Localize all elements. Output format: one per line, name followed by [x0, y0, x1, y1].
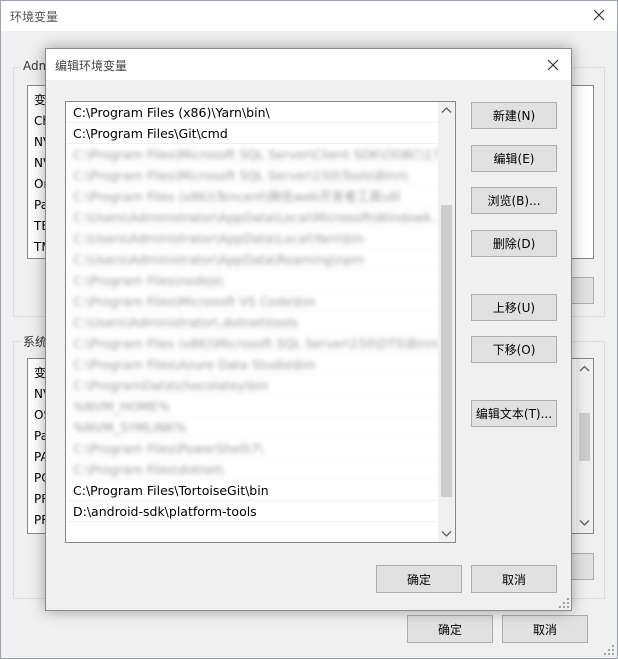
scrollbar-thumb[interactable]	[441, 205, 452, 497]
resize-grip-icon[interactable]	[604, 645, 614, 655]
dialog-title: 编辑环境变量	[55, 59, 128, 73]
browse-button[interactable]: 浏览(B)...	[471, 187, 557, 214]
edit-text-button[interactable]: 编辑文本(T)...	[471, 400, 557, 427]
scroll-down-button[interactable]	[438, 525, 455, 542]
resize-grip-icon[interactable]	[559, 598, 569, 608]
scrollbar-thumb[interactable]	[579, 413, 590, 461]
path-row[interactable]: C:\Program Files\dotnet\	[66, 459, 440, 480]
new-button[interactable]: 新建(N)	[471, 102, 557, 129]
path-list[interactable]: C:\Program Files (x86)\Yarn\bin\ C:\Progr…	[65, 101, 456, 543]
path-row[interactable]: %NVM_HOME%	[66, 396, 440, 417]
path-row[interactable]: C:\ProgramData\chocolatey\bin	[66, 375, 440, 396]
system-list-scrollbar[interactable]	[576, 359, 593, 533]
edit-button[interactable]: 编辑(E)	[471, 145, 557, 172]
path-rows: C:\Program Files (x86)\Yarn\bin\ C:\Progr…	[66, 102, 440, 522]
close-icon[interactable]	[543, 55, 563, 75]
scroll-up-button[interactable]	[438, 102, 455, 119]
scroll-up-icon[interactable]	[576, 361, 593, 378]
path-row[interactable]: C:\Program Files\PowerShell\7\	[66, 438, 440, 459]
edit-environment-variable-dialog: 编辑环境变量 C:\Program Files (x86)\Yarn\bin\ C…	[45, 48, 572, 611]
path-row[interactable]: C:\Users\Administrator\.dotnet\tools	[66, 312, 440, 333]
path-row[interactable]: %NVM_SYMLINK%	[66, 417, 440, 438]
path-row[interactable]: C:\Program Files (x86)\Microsoft SQL Ser…	[66, 333, 440, 354]
path-row[interactable]: C:\Program Files\Microsoft SQL Server\Cl…	[66, 144, 440, 165]
env-cancel-button[interactable]: 取消	[502, 615, 588, 643]
env-ok-button[interactable]: 确定	[407, 615, 493, 643]
ok-button[interactable]: 确定	[376, 565, 462, 593]
path-row[interactable]: C:\Program Files (x86)\Tencent\微信web开发者工…	[66, 186, 440, 207]
path-list-scrollbar[interactable]	[438, 102, 455, 542]
path-row[interactable]: C:\Users\Administrator\AppData\Local\Yar…	[66, 228, 440, 249]
delete-button[interactable]: 删除(D)	[471, 230, 557, 257]
window-title: 环境变量	[10, 10, 59, 24]
path-row[interactable]: C:\Users\Administrator\AppData\Local\Mic…	[66, 207, 440, 228]
scroll-down-icon[interactable]	[576, 514, 593, 531]
path-row[interactable]: C:\Program Files\Git\cmd	[66, 123, 440, 144]
path-row[interactable]: C:\Program Files\Microsoft VS Code\bin	[66, 291, 440, 312]
move-up-button[interactable]: 上移(U)	[471, 294, 557, 321]
close-icon[interactable]	[589, 5, 609, 25]
path-row[interactable]: C:\Program Files (x86)\Yarn\bin\	[66, 102, 440, 123]
cancel-button[interactable]: 取消	[471, 565, 557, 593]
path-row[interactable]: C:\Users\Administrator\AppData\Roaming\n…	[66, 249, 440, 270]
path-row[interactable]: D:\android-sdk\platform-tools	[66, 501, 440, 522]
path-row[interactable]: C:\Program Files\nodejs\	[66, 270, 440, 291]
chevron-up-icon	[441, 107, 452, 113]
path-row[interactable]: C:\Program Files\Microsoft SQL Server\15…	[66, 165, 440, 186]
chevron-down-icon	[441, 531, 452, 537]
path-row[interactable]: C:\Program Files\TortoiseGit\bin	[66, 480, 440, 501]
move-down-button[interactable]: 下移(O)	[471, 336, 557, 363]
titlebar: 环境变量	[1, 1, 617, 31]
dialog-titlebar: 编辑环境变量	[46, 49, 571, 80]
path-row[interactable]: C:\Program Files\Azure Data Studio\bin	[66, 354, 440, 375]
